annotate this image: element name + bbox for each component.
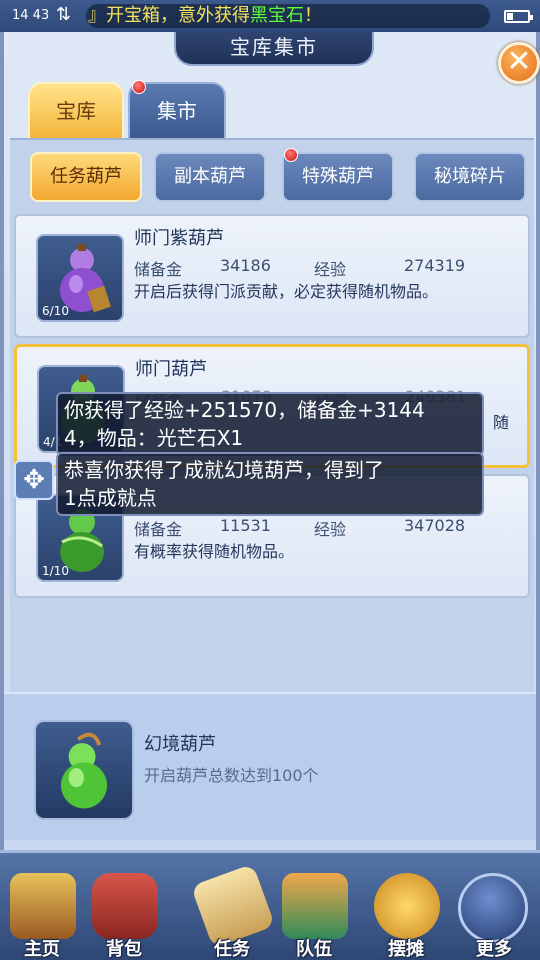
achievement-popup[interactable]: 幻境葫芦 开启葫芦总数达到100个 xyxy=(4,692,536,840)
close-icon: ✕ xyxy=(506,44,532,79)
nav-label: 更多 xyxy=(476,939,512,960)
subtab-task-gourd[interactable]: 任务葫芦 xyxy=(30,152,142,202)
toast-line: 4，物品：光芒石X1 xyxy=(64,426,244,450)
reserve-value: 34186 xyxy=(220,256,271,275)
panel-title: 宝库集市 xyxy=(174,32,374,66)
item-description: 开启后获得门派贡献，必定获得随机物品。 xyxy=(134,282,439,301)
tab-vault[interactable]: 宝库 xyxy=(28,82,124,140)
clock: 14 43 xyxy=(12,8,50,23)
subtab-dungeon-gourd[interactable]: 副本葫芦 xyxy=(154,152,266,202)
marquee-highlight: 黑宝石 xyxy=(250,5,304,26)
toast-line: 你获得了经验+251570，储备金+3144 xyxy=(64,398,425,422)
reserve-label: 储备金 xyxy=(134,260,183,279)
notification-dot-icon xyxy=(132,80,146,94)
achievement-toast: 恭喜你获得了成就幻境葫芦，得到了 1点成就点 xyxy=(56,452,484,516)
item-description-fragment: 随 xyxy=(493,413,510,432)
system-marquee: 』开宝箱，意外获得黑宝石！ xyxy=(86,4,490,28)
exp-value: 274319 xyxy=(404,256,466,275)
notification-dot-icon xyxy=(284,148,298,162)
toast-line: 恭喜你获得了成就幻境葫芦，得到了 xyxy=(64,458,384,482)
achievement-description: 开启葫芦总数达到100个 xyxy=(144,766,319,785)
marquee-text: 』开宝箱，意外获得 xyxy=(88,5,250,26)
house-icon xyxy=(10,873,76,939)
nav-bag[interactable]: 背包 xyxy=(84,867,164,960)
move-handle-icon[interactable]: ✥ xyxy=(14,460,54,500)
close-button[interactable]: ✕ xyxy=(498,42,540,84)
battery-icon xyxy=(504,10,533,23)
exp-label: 经验 xyxy=(314,260,347,279)
realm-gourd-icon xyxy=(60,732,108,809)
subtab-realm-fragment[interactable]: 秘境碎片 xyxy=(414,152,526,202)
item-description: 有概率获得随机物品。 xyxy=(134,542,295,561)
chest-icon xyxy=(92,873,158,939)
exp-value: 347028 xyxy=(404,516,466,535)
reserve-label: 储备金 xyxy=(134,520,183,539)
item-thumbnail: 6/10 xyxy=(36,234,124,322)
status-bar: 14 43 ⇅ 』开宝箱，意外获得黑宝石！ xyxy=(0,0,540,32)
marquee-suffix: ！ xyxy=(304,5,322,26)
nav-label: 队伍 xyxy=(296,939,332,960)
nav-stall[interactable]: 摆摊 xyxy=(366,867,446,960)
coin-icon xyxy=(374,873,440,939)
nav-home[interactable]: 主页 xyxy=(2,867,82,960)
nav-label: 摆摊 xyxy=(388,939,424,960)
item-count: 1/10 xyxy=(42,564,69,578)
more-icon xyxy=(458,873,528,943)
team-icon xyxy=(282,873,348,939)
achievement-name: 幻境葫芦 xyxy=(144,734,216,755)
subtab-special-gourd[interactable]: 特殊葫芦 xyxy=(282,152,394,202)
achievement-thumbnail xyxy=(34,720,134,820)
item-name: 师门紫葫芦 xyxy=(134,228,224,249)
nav-label: 背包 xyxy=(106,939,142,960)
reserve-value: 11531 xyxy=(220,516,271,535)
nav-quest[interactable]: 任务 xyxy=(190,863,276,960)
nav-more[interactable]: 更多 xyxy=(454,867,534,960)
nav-label: 主页 xyxy=(24,939,60,960)
exp-label: 经验 xyxy=(314,520,347,539)
nav-label: 任务 xyxy=(214,939,250,960)
item-count: 6/10 xyxy=(42,304,69,318)
toast-line: 1点成就点 xyxy=(64,486,157,510)
reward-toast: 你获得了经验+251570，储备金+3144 4，物品：光芒石X1 xyxy=(56,392,484,456)
gourd-card-purple[interactable]: 6/10 师门紫葫芦 储备金 34186 经验 274319 开启后获得门派贡献… xyxy=(14,214,530,338)
item-name: 师门葫芦 xyxy=(135,359,207,380)
data-transfer-icon: ⇅ xyxy=(56,4,72,25)
nav-team[interactable]: 队伍 xyxy=(274,867,354,960)
tab-market-label: 集市 xyxy=(157,99,197,123)
bottom-navigation: 主页 背包 任务 队伍 摆摊 更多 xyxy=(0,850,540,960)
